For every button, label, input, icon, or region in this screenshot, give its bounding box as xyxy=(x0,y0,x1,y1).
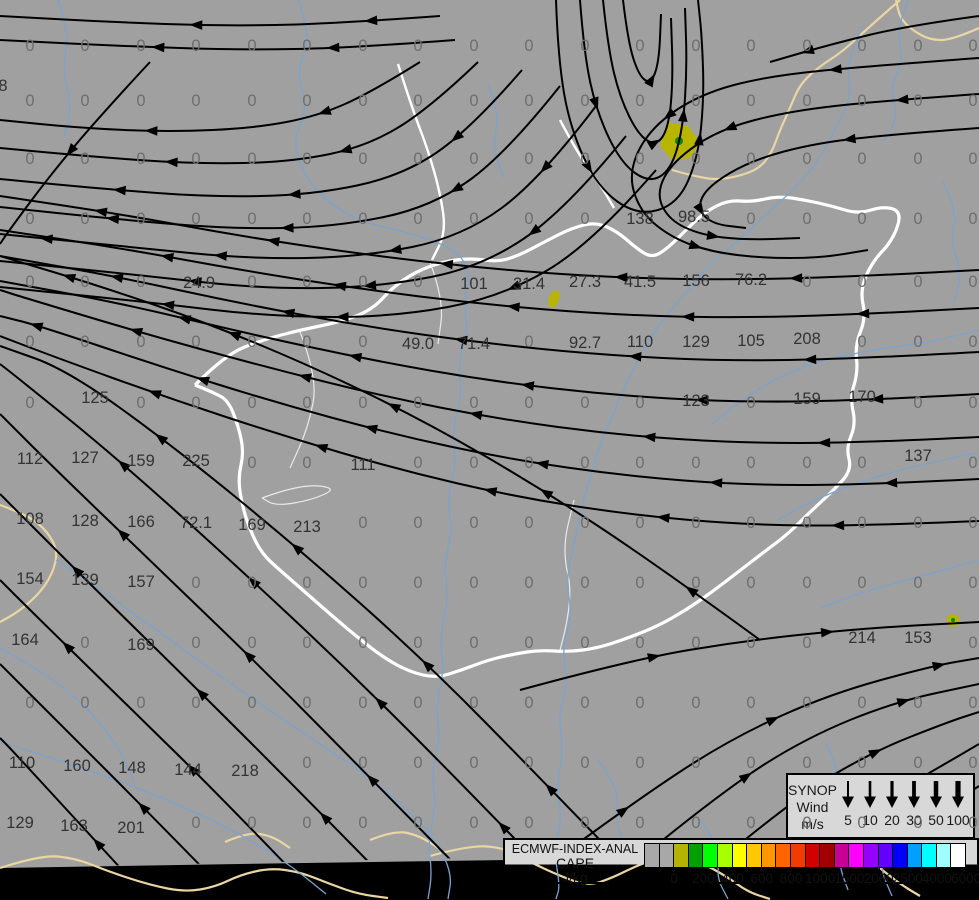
colorbar-tick-label: 2000 xyxy=(863,871,894,886)
map-canvas xyxy=(0,0,979,900)
wind-speed-arrow-10: 10 xyxy=(859,779,881,837)
colorbar-cell xyxy=(673,843,689,868)
colorbar-cell xyxy=(716,843,733,868)
synop-legend-wind-label: Wind xyxy=(796,799,829,815)
colorbar-tick-label: 1500 xyxy=(834,871,865,886)
wind-speed-label: 10 xyxy=(862,812,878,828)
wind-speed-label: 20 xyxy=(884,812,900,828)
wind-speed-arrow-30: 30 xyxy=(903,779,925,837)
colorbar-cell xyxy=(819,843,835,868)
wind-speed-arrow-20: 20 xyxy=(881,779,903,837)
colorbar-cell xyxy=(687,843,704,868)
down-arrow-icon xyxy=(886,781,899,808)
colorbar-cell xyxy=(731,843,748,868)
colorbar-cell xyxy=(789,843,806,868)
synop-wind-legend: SYNOP Wind m/s 5 10 20 30 50 100 xyxy=(786,773,975,839)
colorbar-cell xyxy=(760,843,777,868)
colorbar-tick-label: 600 xyxy=(750,871,774,886)
colorbar-cell xyxy=(892,843,908,868)
down-arrow-icon xyxy=(864,781,877,808)
cape-legend-labels: ECMWF-INDEX-ANAL CAPE J/kg xyxy=(505,842,645,885)
colorbar-cell xyxy=(702,843,718,868)
colorbar-cell xyxy=(935,843,952,868)
colorbar-tick-label: 800 xyxy=(779,871,803,886)
colorbar-tick-label: 200 xyxy=(692,871,715,886)
down-arrow-icon xyxy=(952,781,965,808)
weather-map-stage: 0000000000000000000000000000000000000000… xyxy=(0,0,979,900)
synop-legend-title: SYNOP xyxy=(788,782,838,798)
wind-speed-arrow-100: 100 xyxy=(946,779,970,837)
colorbar-cell xyxy=(950,843,967,868)
colorbar-tick-label: 6000 xyxy=(951,871,979,886)
colorbar-cell xyxy=(775,843,791,868)
wind-speed-scale: 5 10 20 30 50 100 xyxy=(837,775,973,837)
colorbar-tick-label: 2500 xyxy=(892,871,923,886)
colorbar-tick-label: 0 xyxy=(670,871,678,886)
cape-legend-subtitle: CAPE xyxy=(555,855,595,871)
wind-speed-arrow-5: 5 xyxy=(837,779,859,837)
colorbar-cell xyxy=(644,843,660,868)
colorbar-cell xyxy=(921,843,937,868)
cape-legend-unit: J/kg xyxy=(562,869,588,885)
synop-legend-unit-label: m/s xyxy=(801,816,824,832)
cape-colorbar-cells xyxy=(644,843,967,868)
colorbar-tick-label: 1000 xyxy=(805,871,836,886)
colorbar-cell xyxy=(746,843,762,868)
colorbar-tick-label: 4000 xyxy=(921,871,953,886)
colorbar-cell xyxy=(862,843,879,868)
down-arrow-icon xyxy=(842,781,855,808)
wind-speed-label: 50 xyxy=(928,812,944,828)
colorbar-cell xyxy=(877,843,894,868)
colorbar-cell xyxy=(658,843,675,868)
colorbar-cell xyxy=(804,843,821,868)
colorbar-cell xyxy=(906,843,923,868)
synop-legend-labels: SYNOP Wind m/s xyxy=(788,775,837,837)
wind-speed-arrow-50: 50 xyxy=(925,779,947,837)
cape-colorbar-legend: ECMWF-INDEX-ANAL CAPE J/kg 0 200 400 600 800… xyxy=(503,838,979,886)
down-arrow-icon xyxy=(930,781,943,808)
down-arrow-icon xyxy=(908,781,921,808)
wind-speed-label: 5 xyxy=(844,812,852,828)
wind-speed-label: 30 xyxy=(906,812,922,828)
colorbar-tick-label: 400 xyxy=(721,871,744,886)
cape-legend-title: ECMWF-INDEX-ANAL xyxy=(511,842,639,856)
wind-speed-label: 100 xyxy=(946,812,970,828)
colorbar-cell xyxy=(833,843,850,868)
colorbar-cell xyxy=(848,843,864,868)
